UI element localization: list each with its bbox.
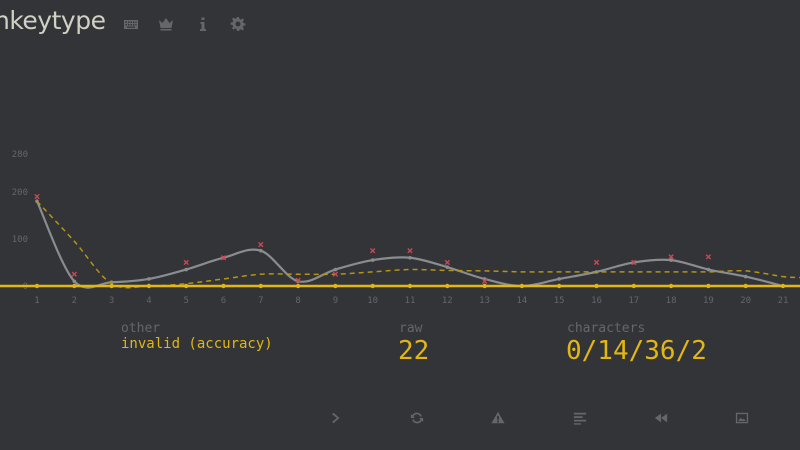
error-mark — [71, 271, 77, 277]
x-tick-label: 6 — [221, 296, 226, 306]
restart-button[interactable] — [407, 408, 427, 428]
raw-point — [146, 283, 152, 289]
raw-point — [706, 283, 711, 289]
raw-point — [333, 283, 338, 289]
x-tick-label: 16 — [591, 296, 602, 306]
restart-icon — [410, 412, 424, 424]
other-value: invalid (accuracy) — [121, 336, 273, 352]
wpm-point — [259, 248, 263, 253]
x-tick-label: 18 — [666, 296, 677, 306]
y-tick-label: 200 — [12, 188, 28, 198]
raw-point — [445, 283, 450, 289]
raw-label: raw — [399, 321, 423, 336]
x-tick-label: 3 — [109, 296, 114, 306]
x-tick-label: 9 — [333, 296, 338, 306]
raw-point — [258, 283, 263, 289]
error-mark — [593, 259, 600, 266]
x-tick-label: 7 — [258, 296, 263, 306]
raw-point — [370, 283, 375, 289]
wpm-point — [743, 274, 748, 279]
replay-button[interactable] — [651, 408, 671, 428]
report-button[interactable] — [488, 408, 508, 428]
error-mark — [407, 247, 413, 254]
raw-point — [184, 283, 189, 289]
x-tick-label: 2 — [72, 296, 77, 306]
wpm-point — [370, 258, 375, 262]
wpm-point — [184, 267, 188, 272]
x-tick-label: 13 — [479, 296, 490, 306]
characters-label: characters — [567, 321, 646, 336]
wpm-point — [72, 279, 77, 284]
error-mark — [34, 193, 40, 200]
raw-point — [743, 283, 748, 289]
next-test-button[interactable] — [326, 408, 346, 428]
x-tick-label: 8 — [295, 296, 300, 306]
x-tick-label: 21 — [778, 296, 789, 306]
raw-point — [631, 283, 636, 289]
error-mark — [705, 254, 712, 260]
x-tick-label: 15 — [554, 296, 565, 306]
raw-point — [34, 283, 40, 289]
raw-point — [482, 283, 487, 289]
raw-point — [668, 283, 674, 289]
wpm-point — [333, 267, 338, 272]
x-tick-label: 19 — [703, 296, 714, 306]
wpm-point — [706, 267, 711, 272]
raw-point — [780, 283, 786, 289]
y-tick-label: 280 — [12, 150, 28, 160]
raw-point — [72, 283, 77, 289]
replay-icon — [654, 413, 668, 423]
raw-point — [519, 283, 525, 289]
raw-point — [594, 283, 599, 289]
screenshot-icon — [735, 412, 749, 424]
x-tick-label: 5 — [183, 296, 188, 306]
error-mark — [183, 259, 189, 266]
series-line-solid-gray — [36, 200, 784, 289]
series-line-dashed-yellow — [36, 200, 800, 289]
x-tick-label: 1 — [34, 296, 39, 306]
wpm-point — [445, 265, 450, 269]
wpm-chart: 01002002801 2 3 4 5 6 7 8 9 10 11 12 13 14 15 16 17 18 19 2… — [0, 150, 800, 306]
other-label: other — [121, 321, 161, 336]
screenshot-button[interactable] — [732, 408, 752, 428]
warning-icon — [491, 411, 505, 424]
raw-point — [109, 283, 114, 289]
raw-point — [407, 283, 413, 289]
next-test-icon — [332, 412, 340, 424]
x-tick-label: 4 — [146, 296, 151, 306]
y-tick-label: 100 — [12, 235, 28, 245]
error-mark — [258, 241, 264, 248]
error-mark — [444, 259, 450, 266]
x-tick-label: 14 — [516, 296, 527, 306]
raw-value[interactable]: 22 — [398, 336, 429, 366]
words-history-icon — [573, 412, 587, 425]
wpm-point — [147, 277, 151, 281]
x-tick-label: 17 — [628, 296, 639, 306]
wpm-point — [408, 255, 412, 260]
raw-point — [557, 283, 562, 289]
raw-point — [295, 283, 301, 289]
x-tick-label: 12 — [442, 296, 453, 306]
x-tick-label: 10 — [367, 296, 378, 306]
wpm-point — [557, 277, 561, 281]
words-history-button[interactable] — [570, 408, 590, 428]
x-tick-label: 11 — [405, 296, 416, 306]
x-tick-label: 20 — [740, 296, 751, 306]
error-mark — [370, 247, 376, 254]
characters-value[interactable]: 0/14/36/2 — [566, 336, 707, 366]
raw-point — [221, 283, 226, 289]
